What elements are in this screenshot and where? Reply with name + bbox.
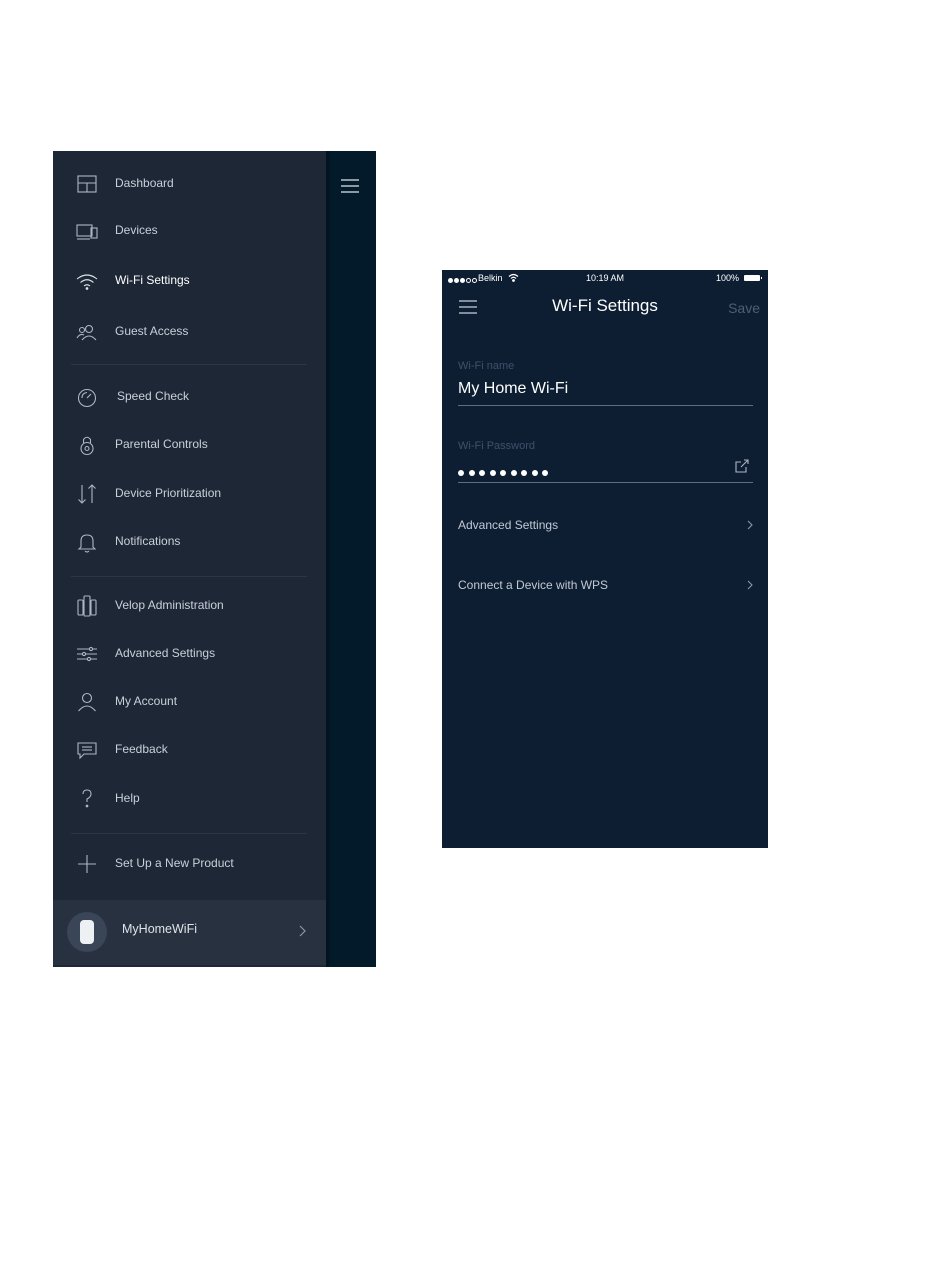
menu-item-devices[interactable]: Devices [53,211,326,251]
guest-access-icon [75,320,99,344]
menu-item-my-account[interactable]: My Account [53,682,326,722]
speedometer-icon [75,385,99,409]
dashboard-icon [75,172,99,196]
chat-bubble-icon [75,738,99,762]
menu-item-advanced-settings[interactable]: Advanced Settings [53,634,326,674]
connect-device-wps-link[interactable]: Connect a Device with WPS [458,574,754,598]
password-mask-dot [468,470,475,476]
chevron-right-icon [299,925,306,937]
wifi-password-underline [458,482,753,483]
status-time: 10:19 AM [586,273,625,283]
menu-item-speed-check[interactable]: Speed Check [53,377,326,417]
menu-item-guest-access[interactable]: Guest Access [53,312,326,352]
velop-node-avatar [67,912,107,952]
arrows-updown-icon [75,482,99,506]
question-icon [75,787,99,811]
password-mask-dot [458,470,464,476]
wifi-password-input[interactable] [458,463,553,481]
sliders-icon [75,642,99,666]
status-bar: Belkin 10:19 AM 100% [442,270,768,288]
carrier-name: Belkin [478,273,503,283]
menu-item-help[interactable]: Help [53,779,326,819]
menu-item-velop-administration[interactable]: Velop Administration [53,586,326,626]
navigation-drawer-screenshot: Dashboard Devices Wi-Fi Settings Guest A… [53,151,376,967]
devices-icon [75,219,99,243]
page-title: Wi-Fi Settings [552,296,658,315]
chevron-right-icon [747,580,753,590]
menu-item-feedback[interactable]: Feedback [53,730,326,770]
wifi-settings-screen: Belkin 10:19 AM 100% Wi-Fi Settings Save… [442,270,768,848]
velop-nodes-icon [75,594,99,618]
wifi-name-label: Wi-Fi name [458,360,515,372]
lock-icon [75,433,99,457]
menu-item-wifi-settings[interactable]: Wi-Fi Settings [53,261,326,301]
wifi-status-icon [508,273,519,282]
chevron-right-icon [747,520,753,530]
signal-strength-icon [448,275,478,285]
share-icon[interactable] [734,458,750,474]
password-mask-dot [479,470,485,476]
network-profile-row[interactable]: MyHomeWiFi [53,900,326,965]
navigation-drawer: Dashboard Devices Wi-Fi Settings Guest A… [53,151,332,967]
bell-icon [75,530,99,554]
menu-item-set-up-new-product[interactable]: Set Up a New Product [53,844,326,884]
menu-item-device-prioritization[interactable]: Device Prioritization [53,474,326,514]
menu-item-dashboard[interactable]: Dashboard [53,164,326,204]
wifi-name-input[interactable]: My Home Wi-Fi [458,380,568,398]
battery-icon [744,275,762,281]
wifi-icon [75,269,99,293]
plus-icon [75,852,99,876]
menu-item-notifications[interactable]: Notifications [53,522,326,562]
wifi-password-label: Wi-Fi Password [458,440,536,452]
menu-item-parental-controls[interactable]: Parental Controls [53,425,326,465]
password-mask-dot [489,470,496,476]
password-mask-dot [510,470,517,476]
wifi-name-underline [458,405,753,406]
password-mask-dot [500,470,506,476]
password-mask-dot [542,470,548,476]
hamburger-menu-icon[interactable] [339,178,361,194]
save-button[interactable]: Save [728,300,760,316]
password-mask-dot [531,470,538,476]
battery-percentage: 100% [716,273,740,283]
advanced-settings-link[interactable]: Advanced Settings [458,514,754,538]
person-icon [75,690,99,714]
network-name: MyHomeWiFi [122,922,197,936]
password-mask-dot [521,470,527,476]
